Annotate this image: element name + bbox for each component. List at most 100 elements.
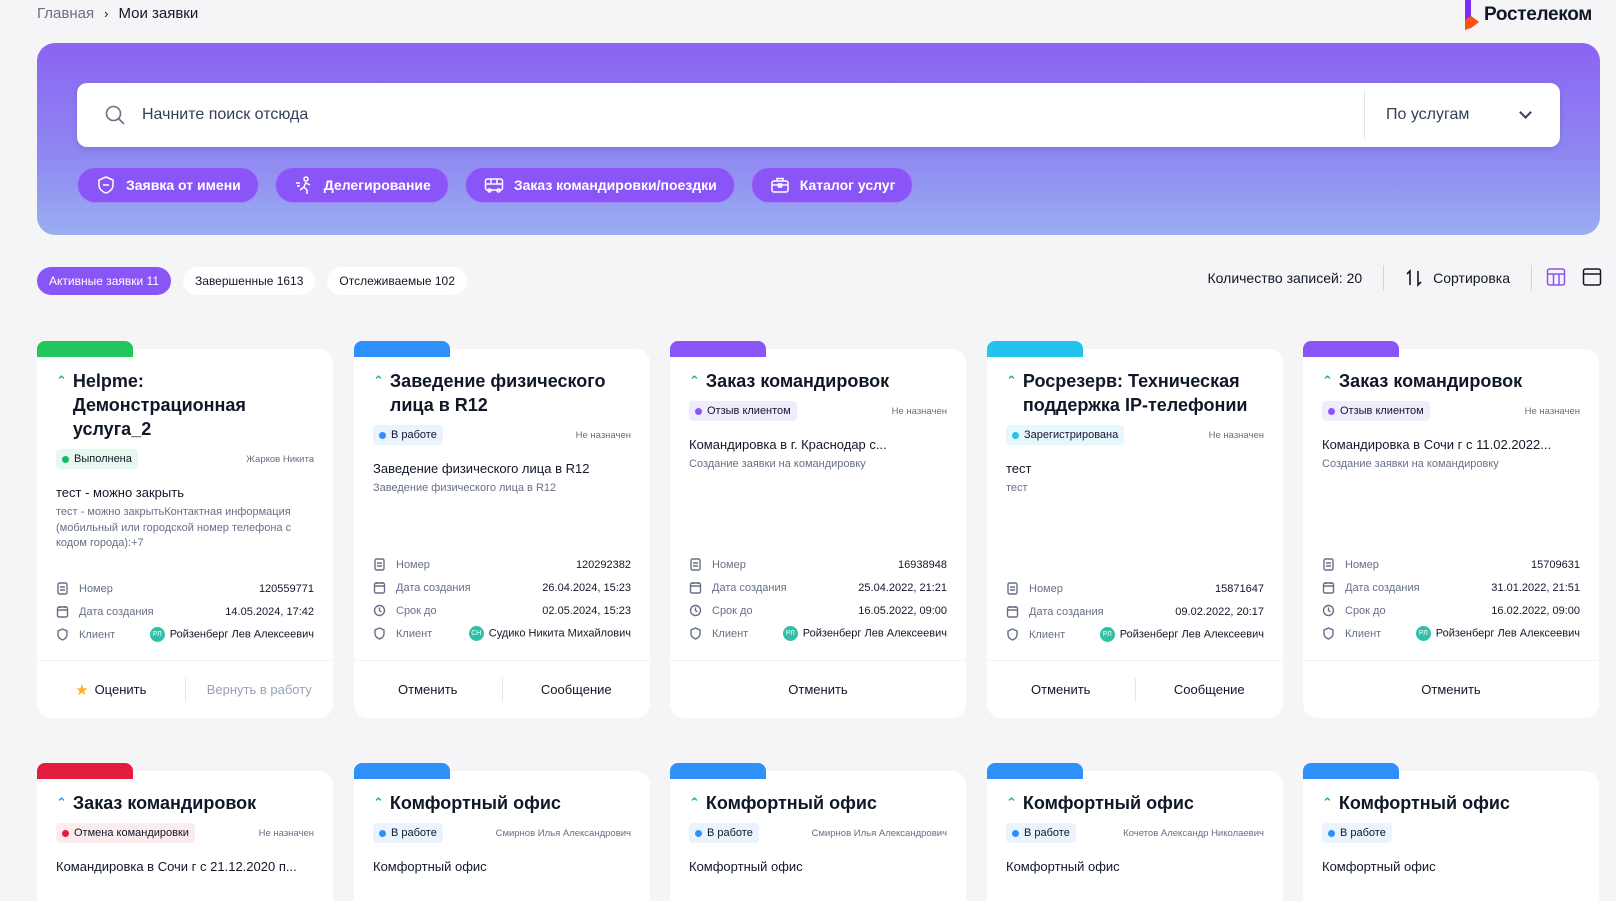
list-view-icon[interactable] xyxy=(1582,267,1604,289)
status-text: Зарегистрирована xyxy=(1024,429,1119,441)
search-icon xyxy=(104,104,126,126)
card-title: ⌃ Комфортный офис xyxy=(1322,791,1580,815)
briefcase-icon xyxy=(771,177,789,193)
field-client: Клиент СН Судико Никита Михайлович xyxy=(373,622,631,645)
request-card[interactable]: ⌃ Заказ командировок Отмена командировки … xyxy=(37,763,333,901)
document-icon xyxy=(374,558,385,571)
priority-high-icon: ⌃ xyxy=(56,373,67,388)
field-value: РЛ Ройзенберг Лев Алексеевич xyxy=(149,627,314,642)
card-description: тест - можно закрытьКонтактная информаци… xyxy=(56,506,292,549)
message-button[interactable]: Сообщение xyxy=(503,682,651,697)
status-dot xyxy=(379,829,386,837)
card-fields: Номер 120292382 Дата создания 26.04.2024, … xyxy=(373,553,631,645)
request-card[interactable]: ⌃ Росрезерв: Техническая поддержка IP-тел… xyxy=(987,341,1284,718)
field-label: Срок до xyxy=(396,604,437,617)
clock-icon xyxy=(1322,604,1335,617)
status-dot xyxy=(62,829,69,837)
cancel-button[interactable]: Отменить xyxy=(1303,682,1599,697)
field-client: Клиент РЛ Ройзенберг Лев Алексеевич xyxy=(1006,623,1264,646)
trip-order-button[interactable]: Заказ командировки/поездки xyxy=(464,167,735,203)
records-count: Количество записей: 20 xyxy=(1207,270,1363,286)
priority-high-icon: ⌃ xyxy=(1322,795,1333,810)
rate-button[interactable]: ★ Оценить xyxy=(37,681,185,699)
breadcrumb-home-link[interactable]: Главная xyxy=(37,5,94,22)
field-due: Срок до 16.02.2022, 09:00 xyxy=(1322,599,1580,622)
tab-completed-requests[interactable]: Завершенные 1613 xyxy=(183,267,316,295)
card-title: ⌃ Заказ командировок xyxy=(1322,369,1580,393)
card-description-title: Командировка в Сочи г с 21.12.2020 п... xyxy=(56,859,297,874)
return-to-work-button[interactable]: Вернуть в работу xyxy=(186,682,334,697)
assignee: Жарков Никита xyxy=(246,453,314,465)
tab-tracked-requests[interactable]: Отслеживаемые 102 xyxy=(327,267,467,295)
field-value: 16938948 xyxy=(898,558,947,571)
field-value: 02.05.2024, 15:23 xyxy=(542,604,631,617)
request-card[interactable]: ⌃ Комфортный офис В работе Комфортный офи… xyxy=(1303,763,1599,901)
request-on-behalf-button[interactable]: Заявка от имени xyxy=(77,167,259,203)
field-client: Клиент РЛ Ройзенберг Лев Алексеевич xyxy=(56,623,314,646)
document-icon xyxy=(690,558,701,571)
request-card[interactable]: ⌃ Заказ командировок Отзыв клиентом Не на… xyxy=(1303,341,1599,718)
field-created: Дата создания 09.02.2022, 20:17 xyxy=(1006,600,1264,623)
avatar: РЛ xyxy=(149,627,165,642)
field-label: Номер xyxy=(712,558,746,571)
request-card[interactable]: ⌃ Комфортный офис В работе Смирнов Илья А… xyxy=(354,763,650,901)
card-fields: Номер 120559771 Дата создания 14.05.2024, … xyxy=(56,577,314,646)
calendar-icon xyxy=(689,582,702,594)
request-card[interactable]: ⌃ Комфортный офис В работе Смирнов Илья А… xyxy=(670,763,966,901)
service-catalog-button[interactable]: Каталог услуг xyxy=(750,167,914,203)
cancel-button[interactable]: Отменить xyxy=(987,682,1135,697)
status-text: В работе xyxy=(707,827,753,839)
search-scope-value: По услугам xyxy=(1386,106,1470,123)
search-input[interactable] xyxy=(142,106,1364,124)
field-value: 25.04.2022, 21:21 xyxy=(858,581,947,594)
message-button[interactable]: Сообщение xyxy=(1136,682,1284,697)
grid-view-icon[interactable] xyxy=(1546,267,1568,289)
card-title-text: Заказ командировок xyxy=(705,371,890,391)
field-created: Дата создания 25.04.2022, 21:21 xyxy=(689,576,947,599)
breadcrumb-current: Мои заявки xyxy=(118,5,199,22)
card-title-text: Комфортный офис xyxy=(389,793,561,813)
bus-icon xyxy=(484,178,504,193)
field-value: 26.04.2024, 15:23 xyxy=(542,581,631,594)
calendar-icon xyxy=(373,582,386,594)
clock-icon xyxy=(689,604,702,617)
status-badge: В работе xyxy=(373,425,443,445)
delegation-button[interactable]: Делегирование xyxy=(274,167,449,203)
cancel-button[interactable]: Отменить xyxy=(670,682,966,697)
field-value: 16.05.2022, 09:00 xyxy=(858,604,947,617)
sort-button[interactable]: Сортировка xyxy=(1384,269,1531,287)
search-scope-select[interactable]: По услугам xyxy=(1365,106,1560,124)
field-number: Номер 16938948 xyxy=(689,553,947,576)
field-label: Срок до xyxy=(712,604,753,617)
field-label: Номер xyxy=(396,558,430,571)
field-client: Клиент РЛ Ройзенберг Лев Алексеевич xyxy=(689,622,947,645)
status-dot xyxy=(1328,829,1335,837)
field-value: РЛ Ройзенберг Лев Алексеевич xyxy=(782,626,947,641)
card-actions: Отменить xyxy=(1303,660,1599,718)
card-title-text: Комфортный офис xyxy=(1022,793,1194,813)
card-description-title: Заведение физического лица в R12 xyxy=(373,461,590,476)
cancel-button[interactable]: Отменить xyxy=(354,682,502,697)
avatar: РЛ xyxy=(1415,626,1431,641)
card-title: ⌃ Комфортный офис xyxy=(1006,791,1264,815)
request-card[interactable]: ⌃ Заведение физического лица в R12 В рабо… xyxy=(354,341,651,718)
rostelecom-logo[interactable]: Ростелеком xyxy=(1462,0,1592,30)
rate-label: Оценить xyxy=(94,682,147,697)
field-created: Дата создания 14.05.2024, 17:42 xyxy=(56,600,314,623)
tab-active-requests[interactable]: Активные заявки 11 xyxy=(37,267,172,295)
document-icon xyxy=(1007,582,1018,595)
card-title: ⌃ Заказ командировок xyxy=(56,791,314,815)
assignee: Не назначен xyxy=(891,405,947,417)
request-card[interactable]: ⌃ Заказ командировок Отзыв клиентом Не на… xyxy=(670,341,966,718)
request-card[interactable]: ⌃ Helpme: Демонстрационная услуга_2 Выпол… xyxy=(37,341,334,718)
request-card[interactable]: ⌃ Комфортный офис В работе Кочетов Алекса… xyxy=(987,763,1283,901)
field-due: Срок до 16.05.2022, 09:00 xyxy=(689,599,947,622)
shield-icon xyxy=(374,627,385,640)
card-fields: Номер 16938948 Дата создания 25.04.2022, 2… xyxy=(689,553,947,645)
card-title: ⌃ Helpme: Демонстрационная услуга_2 xyxy=(56,369,314,441)
card-fields: Номер 15709631 Дата создания 31.01.2022, 2… xyxy=(1322,553,1580,645)
card-description: Заведение физического лица в R12 xyxy=(373,482,557,494)
field-value: СН Судико Никита Михайлович xyxy=(468,626,631,641)
document-icon xyxy=(57,582,68,595)
card-title-text: Заведение физического лица в R12 xyxy=(389,371,606,415)
